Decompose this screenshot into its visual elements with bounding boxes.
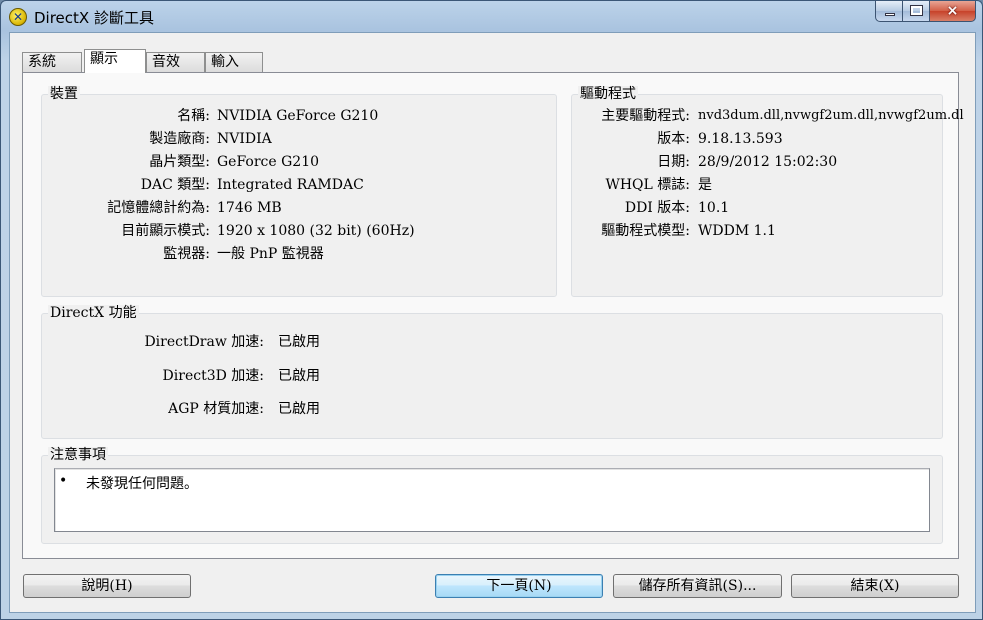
- tab-display[interactable]: 顯示: [84, 49, 146, 73]
- display-mode-value: 1920 x 1080 (32 bit) (60Hz): [217, 223, 415, 239]
- directx-icon: ✕: [9, 8, 27, 26]
- device-name-value: NVIDIA GeForce G210: [217, 108, 379, 124]
- manufacturer-label: 製造廠商:: [149, 131, 210, 147]
- main-driver-value: nvd3dum.dll,nvwgf2um.dll,nvwgf2um.dl: [698, 108, 964, 123]
- save-all-info-button[interactable]: 儲存所有資訊(S)...: [613, 574, 782, 598]
- dac-type-value: Integrated RAMDAC: [217, 177, 364, 193]
- monitor-label: 監視器:: [163, 246, 210, 262]
- main-driver-label: 主要驅動程式:: [601, 108, 690, 124]
- driver-group: 驅動程式 主要驅動程式: nvd3dum.dll,nvwgf2um.dll,nv…: [571, 86, 964, 297]
- direct3d-value: 已啟用: [278, 368, 320, 384]
- device-name-label: 名稱:: [177, 108, 210, 124]
- directx-features-group: DirectX 功能 DirectDraw 加速: 已啟用 Direct3D 加…: [41, 305, 943, 439]
- exit-button[interactable]: 結束(X): [791, 574, 959, 598]
- device-group: 裝置 名稱: NVIDIA GeForce G210 製造廠商: NVIDIA …: [41, 86, 557, 297]
- date-label: 日期:: [657, 154, 690, 170]
- memory-value: 1746 MB: [217, 200, 282, 216]
- driver-model-label: 驅動程式模型:: [601, 223, 690, 239]
- driver-group-title: 驅動程式: [578, 86, 638, 102]
- minimize-icon: [885, 13, 895, 16]
- version-value: 9.18.13.593: [698, 131, 783, 147]
- directdraw-label: DirectDraw 加速:: [144, 334, 264, 350]
- direct3d-label: Direct3D 加速:: [162, 368, 264, 384]
- title-bar[interactable]: ✕ DirectX 診斷工具 ×: [1, 1, 982, 33]
- dialog-client-area: 系統 顯示 音效 輸入 裝置 名稱: NVIDIA GeForce G210 製…: [9, 32, 976, 613]
- chip-type-label: 晶片類型:: [149, 154, 210, 170]
- ddi-version-label: DDI 版本:: [624, 200, 690, 216]
- maximize-icon: [910, 5, 923, 16]
- whql-value: 是: [698, 177, 712, 193]
- display-tab-panel: 裝置 名稱: NVIDIA GeForce G210 製造廠商: NVIDIA …: [22, 72, 964, 559]
- tab-input[interactable]: 輸入: [205, 52, 263, 72]
- tab-system[interactable]: 系統: [22, 52, 82, 72]
- minimize-button[interactable]: [875, 1, 903, 22]
- display-mode-label: 目前顯示模式:: [121, 223, 210, 239]
- driver-model-value: WDDM 1.1: [698, 223, 776, 239]
- manufacturer-value: NVIDIA: [217, 131, 272, 147]
- dxdiag-window: ✕ DirectX 診斷工具 × 系統 顯示 音效 輸入 裝置 名稱: NVID…: [0, 0, 983, 620]
- help-button[interactable]: 說明(H): [23, 574, 191, 598]
- note-bullet: •: [59, 473, 68, 489]
- window-title: DirectX 診斷工具: [34, 9, 154, 27]
- whql-label: WHQL 標誌:: [605, 177, 690, 193]
- maximize-button[interactable]: [903, 1, 930, 22]
- features-group-title: DirectX 功能: [48, 305, 139, 321]
- note-text: 未發現任何問題。: [86, 476, 198, 492]
- agp-value: 已啟用: [278, 401, 320, 417]
- notes-textbox[interactable]: • 未發現任何問題。: [54, 468, 930, 532]
- device-group-title: 裝置: [48, 86, 80, 102]
- dac-type-label: DAC 類型:: [140, 177, 210, 193]
- monitor-value: 一般 PnP 監視器: [217, 246, 324, 262]
- tab-sound[interactable]: 音效: [146, 52, 205, 72]
- notes-group: 注意事項 • 未發現任何問題。: [41, 447, 943, 544]
- agp-label: AGP 材質加速:: [168, 401, 264, 417]
- memory-label: 記憶體總計約為:: [107, 200, 210, 216]
- ddi-version-value: 10.1: [698, 200, 730, 216]
- chip-type-value: GeForce G210: [217, 154, 320, 170]
- close-button[interactable]: ×: [930, 1, 976, 22]
- version-label: 版本:: [657, 131, 690, 147]
- date-value: 28/9/2012 15:02:30: [698, 154, 838, 170]
- next-page-button[interactable]: 下一頁(N): [435, 574, 603, 598]
- close-icon: ×: [946, 3, 959, 19]
- notes-group-title: 注意事項: [48, 447, 108, 463]
- directdraw-value: 已啟用: [278, 334, 320, 350]
